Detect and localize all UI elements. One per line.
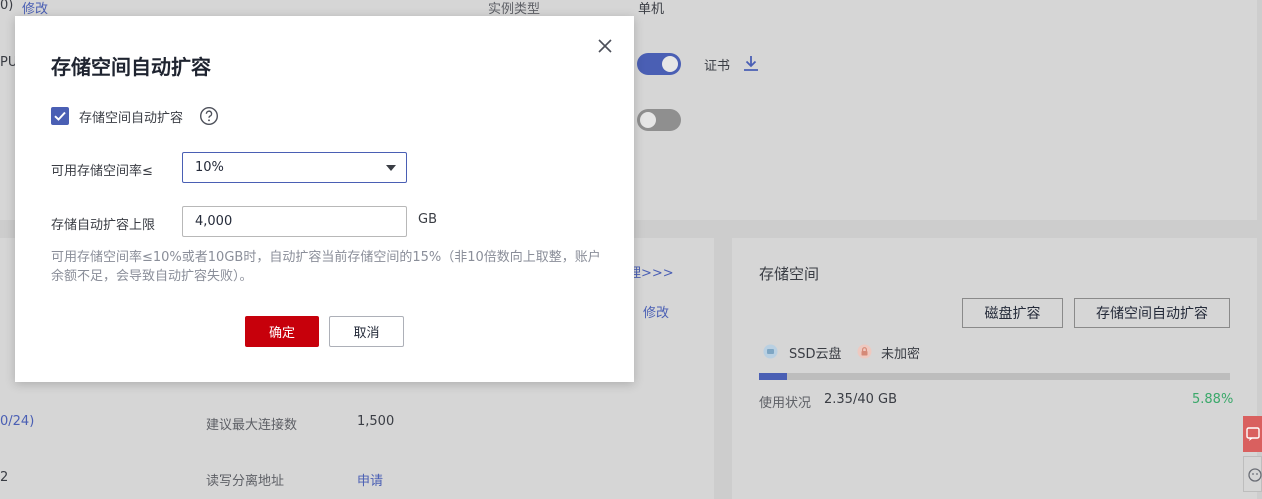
max-connections-label: 建议最大连接数 <box>206 418 298 433</box>
auto-expand-button[interactable]: 存储空间自动扩容 <box>1074 298 1230 328</box>
disk-expand-button[interactable]: 磁盘扩容 <box>962 298 1063 328</box>
modify-link[interactable]: 修改 <box>643 302 669 321</box>
row-left-fragment: 2 <box>0 470 9 485</box>
instance-type-value: 单机 <box>638 2 665 17</box>
confirm-button[interactable]: 确定 <box>245 316 319 347</box>
usage-percent: 5.88% <box>1192 392 1234 407</box>
auto-expand-checkbox-label: 存储空间自动扩容 <box>79 111 184 126</box>
limit-unit: GB <box>418 212 437 227</box>
close-icon[interactable] <box>595 36 615 56</box>
top-left-fragment: 0) <box>0 0 14 13</box>
ssd-label: SSD云盘 <box>789 347 842 362</box>
caret-down-icon <box>386 165 396 171</box>
subnet-fragment[interactable]: 0/24) <box>0 414 34 429</box>
ssd-disk-icon <box>763 344 778 359</box>
top-modify-link[interactable]: 修改 <box>22 0 48 17</box>
cancel-button[interactable]: 取消 <box>329 316 404 347</box>
help-icon[interactable] <box>199 106 219 126</box>
auto-expand-checkbox[interactable] <box>51 107 69 125</box>
ssl-toggle[interactable] <box>637 53 681 75</box>
storage-title: 存储空间 <box>759 265 820 283</box>
lock-icon <box>857 344 872 359</box>
manage-link[interactable]: 理>>> <box>628 262 674 281</box>
limit-label: 存储自动扩容上限 <box>51 218 156 233</box>
auto-expand-hint: 可用存储空间率≤10%或者10GB时，自动扩容当前存储空间的15%（非10倍数向… <box>51 250 601 284</box>
threshold-label: 可用存储空间率≤ <box>51 164 153 179</box>
rw-split-apply-link[interactable]: 申请 <box>357 470 383 489</box>
auto-expand-dialog: 存储空间自动扩容 存储空间自动扩容 可用存储空间率≤ 10% 存储自动扩容上限 … <box>15 16 634 382</box>
storage-usage-bar <box>759 373 1230 380</box>
dialog-title: 存储空间自动扩容 <box>51 55 211 79</box>
chat-float-button[interactable] <box>1243 456 1262 492</box>
feedback-float-button[interactable] <box>1243 416 1262 452</box>
threshold-select[interactable]: 10% <box>182 152 407 183</box>
rw-split-label: 读写分离地址 <box>206 474 285 489</box>
encryption-label: 未加密 <box>881 347 921 362</box>
download-icon[interactable] <box>741 53 761 73</box>
cert-label: 证书 <box>704 59 731 74</box>
limit-input[interactable] <box>182 206 407 237</box>
usage-label: 使用状况 <box>759 396 812 411</box>
threshold-selected-value: 10% <box>195 160 224 175</box>
secondary-toggle[interactable] <box>637 109 681 131</box>
max-connections-value: 1,500 <box>357 414 395 429</box>
usage-value: 2.35/40 GB <box>824 392 897 407</box>
storage-usage-fill <box>759 373 787 380</box>
instance-type-label: 实例类型 <box>488 2 541 17</box>
